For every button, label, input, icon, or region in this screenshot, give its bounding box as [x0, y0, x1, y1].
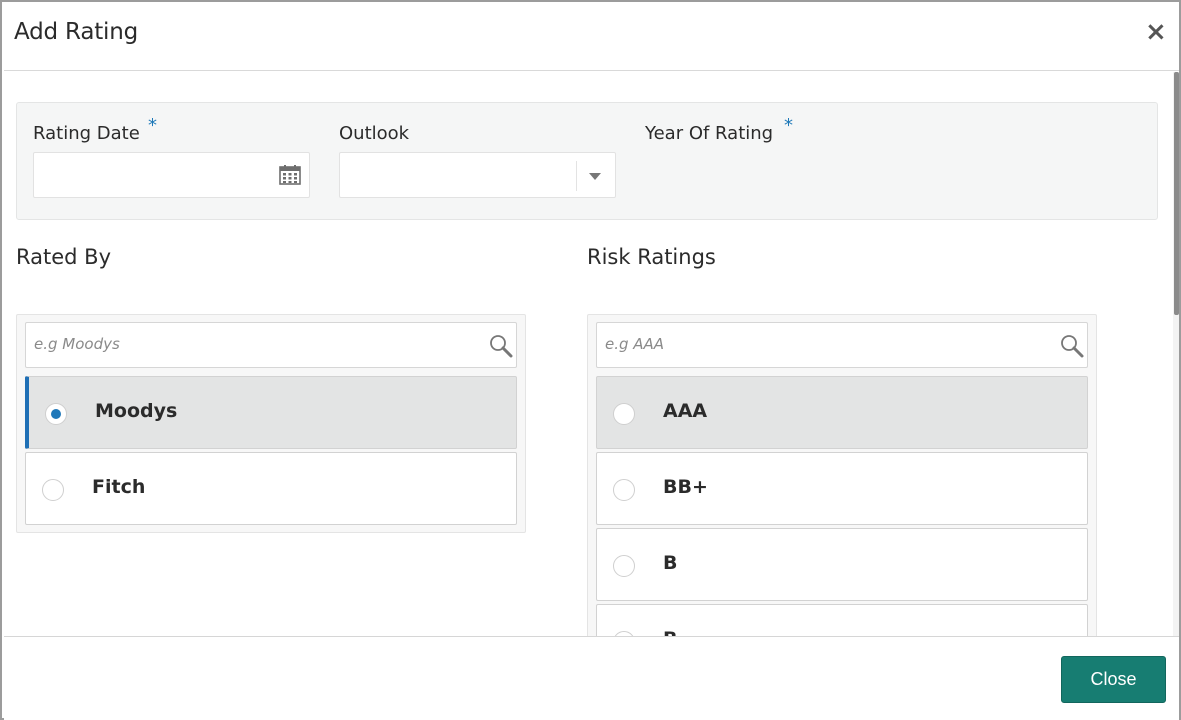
radio-button[interactable] — [42, 479, 64, 501]
select-divider — [576, 161, 577, 191]
dialog-header: Add Rating × — [4, 4, 1179, 71]
list-item-bb-plus[interactable]: BB+ — [596, 452, 1088, 525]
risk-ratings-search[interactable] — [596, 322, 1088, 368]
radio-button[interactable] — [613, 555, 635, 577]
dialog-title: Add Rating — [14, 19, 138, 45]
search-icon[interactable] — [488, 333, 514, 359]
rated-by-title: Rated By — [16, 245, 111, 269]
rated-by-search[interactable] — [25, 322, 517, 368]
radio-button[interactable] — [613, 403, 635, 425]
search-icon[interactable] — [1059, 333, 1085, 359]
rating-date-label: Rating Date — [33, 123, 140, 144]
outlook-label: Outlook — [339, 123, 410, 144]
list-item-label: Fitch — [92, 476, 146, 498]
list-item-label: B — [663, 552, 678, 574]
list-item-aaa[interactable]: AAA — [596, 376, 1088, 449]
dialog-footer: Close — [4, 636, 1179, 720]
radio-button[interactable] — [613, 479, 635, 501]
list-item-fitch[interactable]: Fitch — [25, 452, 517, 525]
calendar-icon[interactable] — [279, 165, 301, 185]
radio-button-selected[interactable] — [45, 403, 67, 425]
rating-details-panel: Rating Date * Outlook Year Of Rating * — [16, 102, 1158, 220]
risk-ratings-panel: AAA BB+ B B — [587, 314, 1097, 677]
year-of-rating-label: Year Of Rating — [645, 123, 774, 144]
chevron-down-icon[interactable] — [589, 173, 601, 180]
scrollbar-thumb[interactable] — [1174, 72, 1179, 315]
list-item-label: AAA — [663, 400, 708, 422]
list-item-label: Moodys — [95, 400, 178, 422]
list-item-moodys[interactable]: Moodys — [25, 376, 517, 449]
required-marker: * — [784, 115, 793, 136]
rated-by-search-input[interactable] — [34, 335, 454, 353]
add-rating-dialog: Add Rating × Rating Date * Outlook Year … — [0, 0, 1181, 720]
close-button[interactable]: Close — [1061, 656, 1166, 703]
list-item-b[interactable]: B — [596, 528, 1088, 601]
list-item-label: BB+ — [663, 476, 708, 498]
rated-by-panel: Moodys Fitch — [16, 314, 526, 533]
close-icon[interactable]: × — [1145, 18, 1167, 46]
risk-ratings-title: Risk Ratings — [587, 245, 716, 269]
rating-date-input[interactable] — [33, 152, 310, 198]
outlook-select[interactable] — [339, 152, 616, 198]
risk-ratings-search-input[interactable] — [605, 335, 1025, 353]
required-marker: * — [148, 115, 157, 136]
